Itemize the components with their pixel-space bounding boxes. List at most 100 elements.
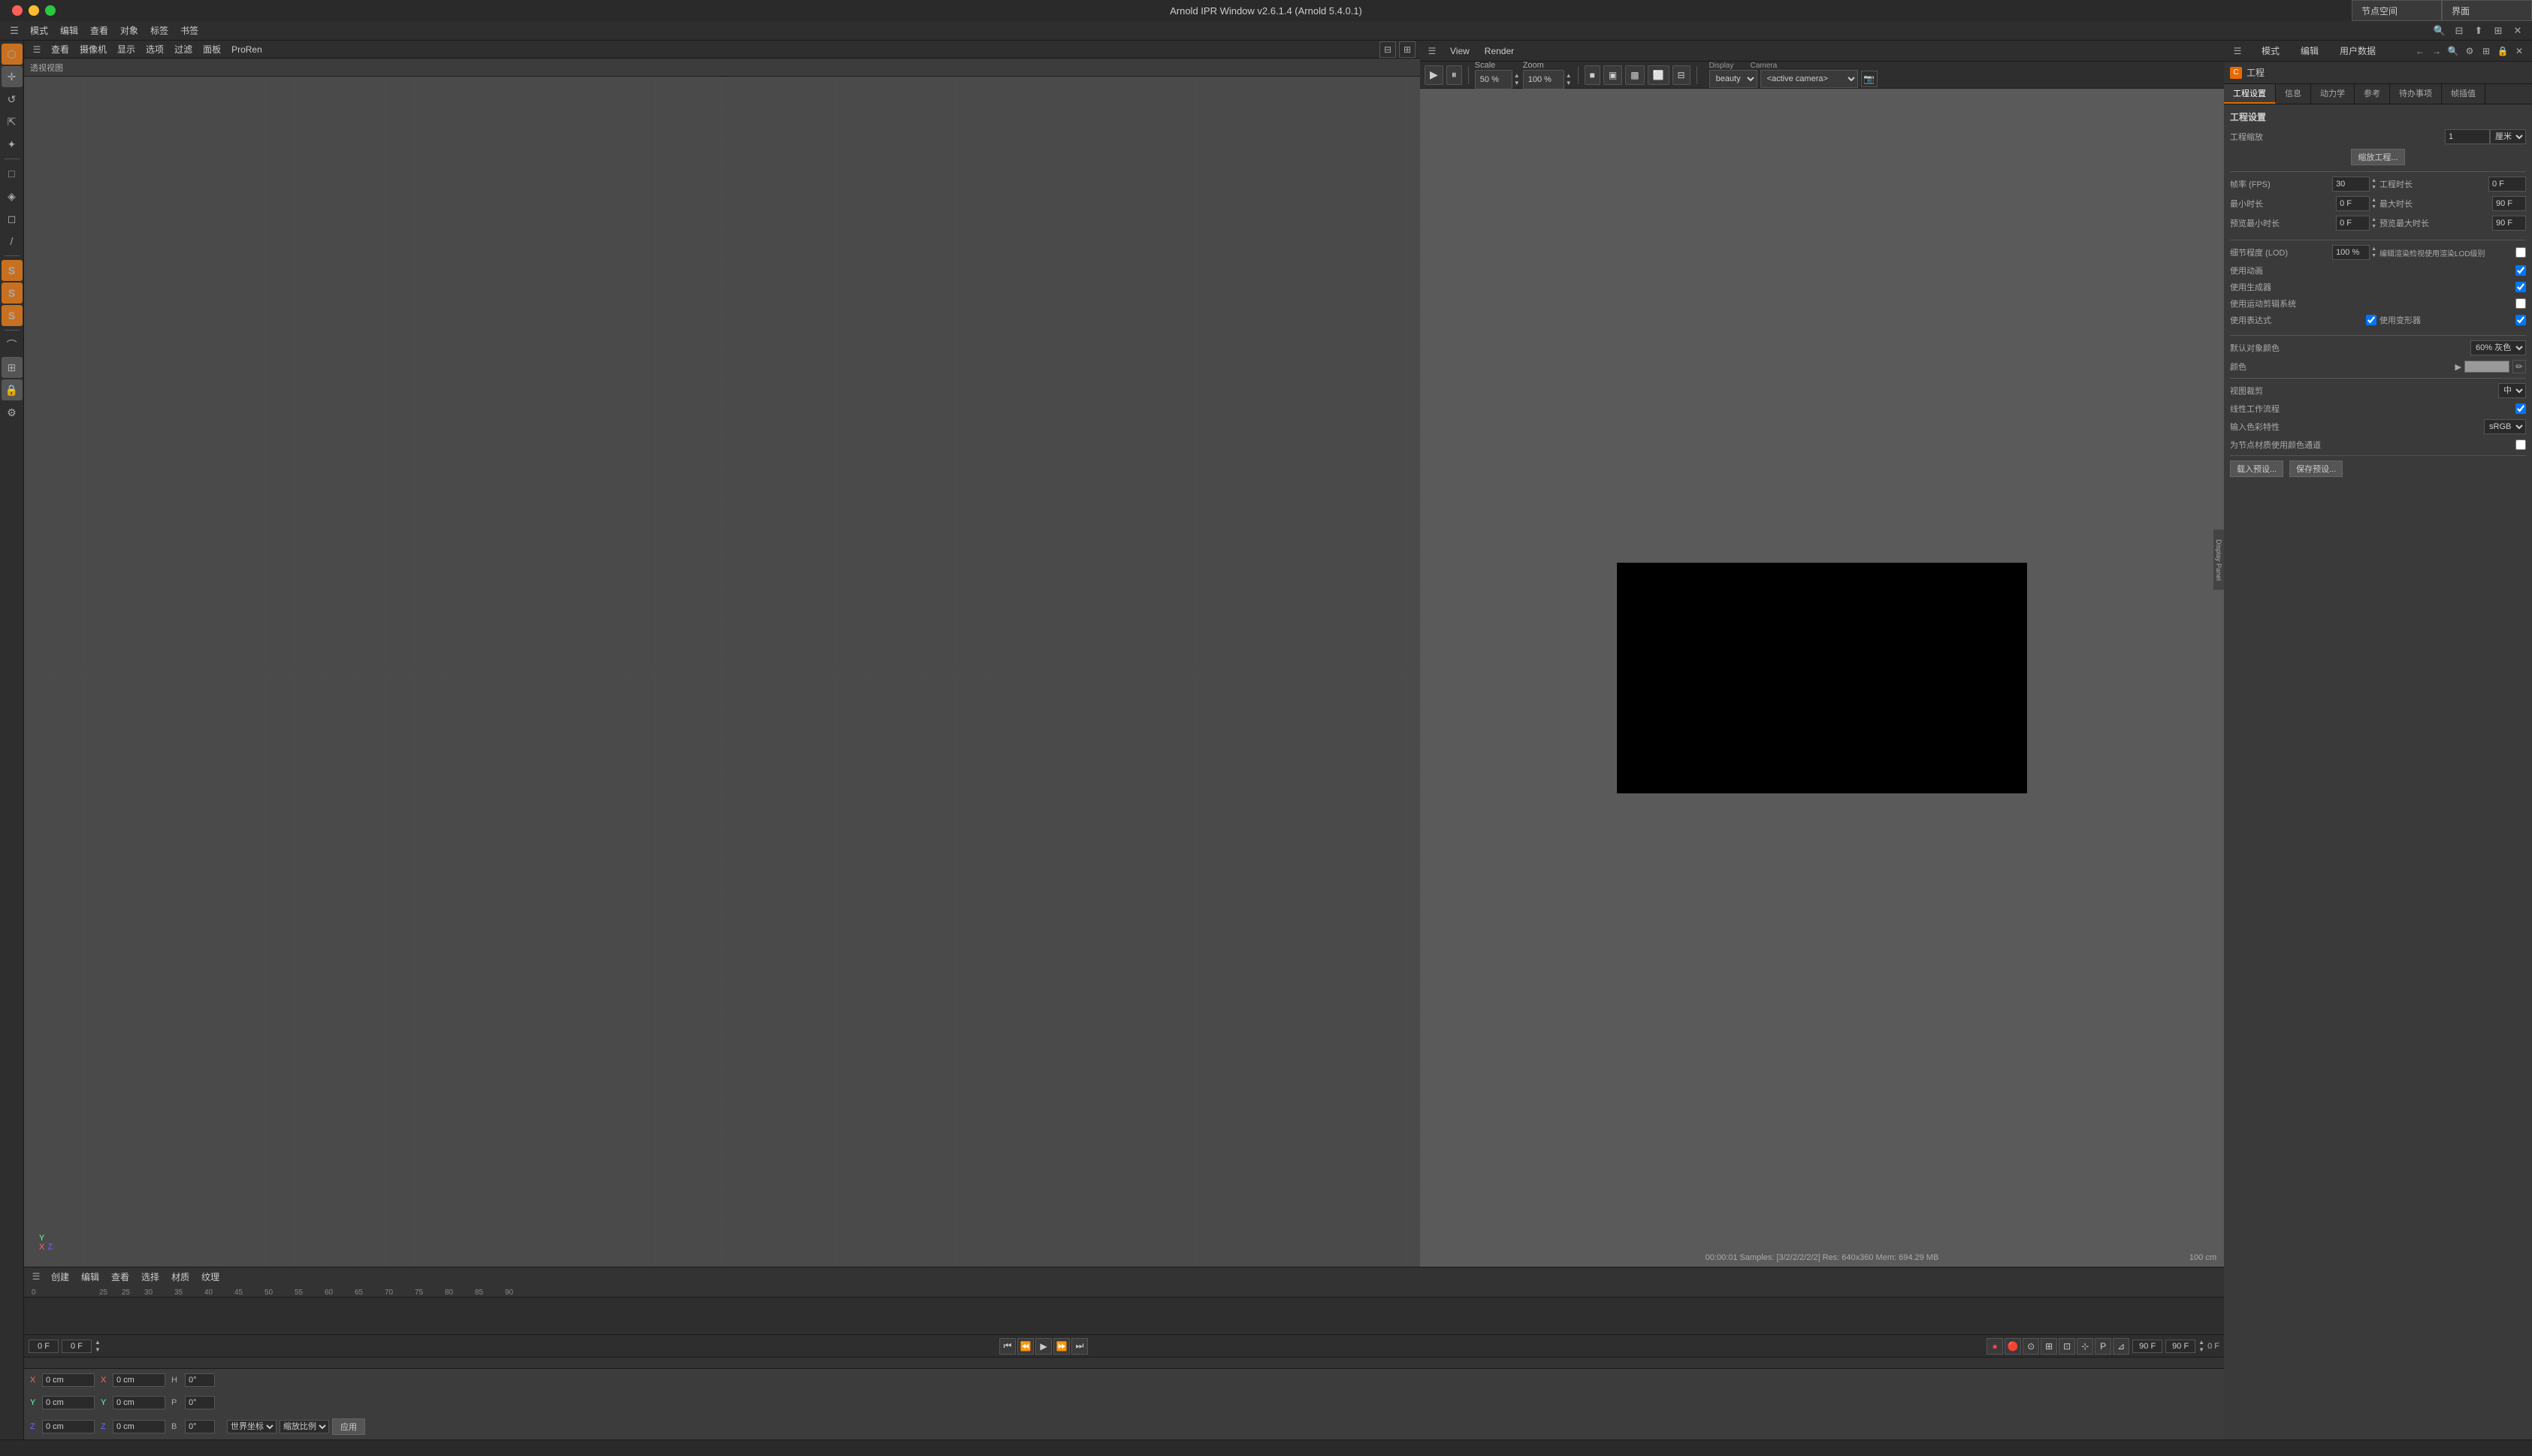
apply-btn[interactable]: 应用 (332, 1418, 365, 1435)
fps-stepper[interactable]: ▲ ▼ (2371, 177, 2376, 191)
timeline-view[interactable]: 查看 (107, 1269, 134, 1285)
collapse-icon[interactable]: ⊞ (2490, 23, 2506, 39)
viewport-panel[interactable]: 面板 (198, 41, 225, 57)
maximize-button[interactable] (45, 5, 56, 16)
timeline-edit[interactable]: 编辑 (77, 1269, 104, 1285)
timeline-texture[interactable]: 纹理 (197, 1269, 224, 1285)
zoom-stepper[interactable]: ▲ ▼ (1566, 72, 1572, 87)
current-frame-input[interactable] (62, 1340, 92, 1353)
settings-btn[interactable]: ⚙ (2, 402, 23, 423)
img-btn-1[interactable]: ■ (1585, 65, 1600, 85)
tab-frame-interp[interactable]: 帧插值 (2442, 84, 2485, 104)
use-expr-checkbox[interactable] (2366, 315, 2376, 325)
bend-btn[interactable]: ⌒ (2, 334, 23, 355)
scale-input[interactable]: 50 % (1475, 70, 1512, 89)
key-btn[interactable]: ⊙ (2023, 1338, 2039, 1355)
tab-todo[interactable]: 待办事项 (2390, 84, 2442, 104)
tab-project-settings[interactable]: 工程设置 (2224, 84, 2276, 104)
auto-key-btn[interactable]: 🔴 (2005, 1338, 2021, 1355)
preview-min-stepper[interactable]: ▲ ▼ (2371, 216, 2376, 230)
y-input[interactable] (42, 1396, 95, 1409)
key-mode-btn[interactable]: ⊞ (2041, 1338, 2057, 1355)
key-settings-btn[interactable]: ⊿ (2113, 1338, 2129, 1355)
color-swatch[interactable] (2464, 361, 2509, 373)
viewport-options[interactable]: 选项 (141, 41, 168, 57)
scale-input[interactable] (2445, 129, 2490, 144)
expand-icon[interactable]: ⬆ (2470, 23, 2487, 39)
use-motion-checkbox[interactable] (2515, 298, 2526, 309)
close-button[interactable] (12, 5, 23, 16)
timeline-create[interactable]: 创建 (47, 1269, 74, 1285)
timeline-hamburger[interactable]: ☰ (29, 1269, 44, 1284)
edit-mode-btn[interactable]: ◈ (2, 186, 23, 207)
right-mode[interactable]: 模式 (2257, 43, 2284, 59)
goto-end-btn[interactable]: ⏭ (1071, 1338, 1088, 1355)
ipr-play-btn[interactable]: ▶ (1425, 65, 1443, 85)
menu-view[interactable]: 查看 (86, 23, 113, 38)
viewport-camera[interactable]: 摄像机 (75, 41, 111, 57)
side-panel-toggle[interactable]: Display Panel (2213, 530, 2224, 590)
fps-input[interactable] (2332, 177, 2370, 192)
camera-snapshot-btn[interactable]: 📷 (1861, 71, 1878, 87)
minimize-button[interactable] (29, 5, 39, 16)
cube-btn[interactable]: ⬡ (2, 44, 23, 65)
ipr-hamburger[interactable]: ☰ (1425, 44, 1440, 59)
menu-bookmarks[interactable]: 书签 (176, 23, 203, 38)
preview-end-input[interactable] (2165, 1340, 2195, 1353)
use-generator-checkbox[interactable] (2515, 282, 2526, 292)
x2-input[interactable] (113, 1373, 165, 1387)
rotate-btn[interactable]: ↺ (2, 89, 23, 110)
img-btn-2[interactable]: ▣ (1603, 65, 1622, 85)
object-mode-btn[interactable]: □ (2, 163, 23, 184)
start-frame-input[interactable] (29, 1340, 59, 1353)
linear-workflow-checkbox[interactable] (2515, 403, 2526, 414)
lock-btn[interactable]: 🔒 (2, 379, 23, 400)
z-input[interactable] (42, 1420, 95, 1433)
tab-reference[interactable]: 参考 (2355, 84, 2390, 104)
load-preset-btn[interactable]: 载入预设... (2230, 461, 2283, 477)
x-input[interactable] (42, 1373, 95, 1387)
img-btn-4[interactable]: ⬜ (1648, 65, 1669, 85)
collapse-btn[interactable]: 缩放工程... (2351, 149, 2404, 165)
min-time-stepper[interactable]: ▲ ▼ (2371, 197, 2376, 210)
hamburger-icon[interactable]: ☰ (29, 41, 45, 58)
right-hamburger[interactable]: ☰ (2230, 44, 2245, 59)
interface-selector[interactable]: 界面 (2442, 0, 2532, 21)
max-time-input[interactable] (2492, 196, 2526, 211)
spline-btn[interactable]: / (2, 231, 23, 252)
search-icon[interactable]: 🔍 (2431, 23, 2448, 39)
right-expand-icon[interactable]: ⊞ (2479, 44, 2493, 58)
close-right-icon[interactable]: ✕ (2509, 23, 2526, 39)
move-btn[interactable]: ✛ (2, 66, 23, 87)
viewport-3d-content[interactable]: Y XZ (24, 77, 1420, 1267)
right-forward-icon[interactable]: → (2430, 44, 2443, 58)
viewport-layout-icon[interactable]: ⊟ (1379, 41, 1396, 58)
scale-unit-select[interactable]: 厘米 (2490, 129, 2526, 144)
h-input[interactable] (185, 1373, 215, 1387)
scale-ratio-select[interactable]: 缩放比例 (279, 1420, 329, 1433)
menu-edit[interactable]: 编辑 (56, 23, 83, 38)
polygon-btn[interactable]: ◻ (2, 208, 23, 229)
preview-min-input[interactable] (2336, 216, 2370, 231)
img-btn-3[interactable]: ▩ (1625, 65, 1644, 85)
b-input[interactable] (185, 1420, 215, 1433)
use-animation-checkbox[interactable] (2515, 265, 2526, 276)
use-deform-checkbox[interactable] (2515, 315, 2526, 325)
preview-max-input[interactable] (2492, 216, 2526, 231)
right-back-icon[interactable]: ← (2413, 44, 2427, 58)
z2-input[interactable] (113, 1420, 165, 1433)
right-search-icon[interactable]: 🔍 (2446, 44, 2460, 58)
s-btn-3[interactable]: S (2, 305, 23, 326)
key-snap-btn[interactable]: P (2095, 1338, 2111, 1355)
lod-stepper[interactable]: ▲ ▼ (2371, 246, 2376, 259)
end-frame-stepper[interactable]: ▲ ▼ (2198, 1339, 2204, 1354)
menu-tags[interactable]: 标签 (146, 23, 173, 38)
frame-stepper[interactable]: ▲ ▼ (95, 1339, 101, 1354)
display-select[interactable]: beauty (1709, 70, 1757, 88)
ipr-render-menu[interactable]: Render (1480, 44, 1518, 58)
viewport-expand-icon[interactable]: ⊞ (1399, 41, 1416, 58)
s-btn-2[interactable]: S (2, 282, 23, 304)
view-clip-select[interactable]: 中 (2498, 383, 2526, 398)
right-close-icon[interactable]: ✕ (2512, 44, 2526, 58)
s-btn-1[interactable]: S (2, 260, 23, 281)
